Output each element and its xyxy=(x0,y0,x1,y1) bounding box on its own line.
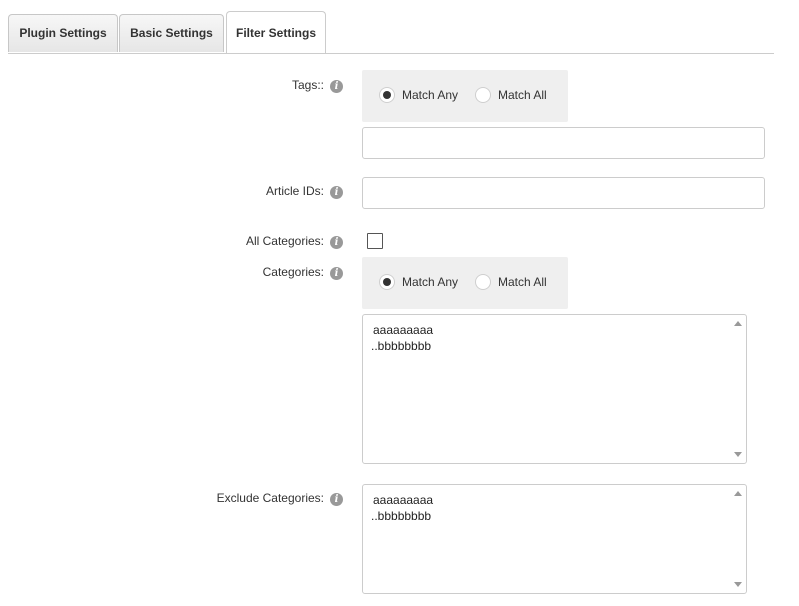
exclude-categories-info-icon[interactable]: i xyxy=(330,493,343,506)
categories-match-any-label: Match Any xyxy=(402,275,459,289)
all-categories-label: All Categories: xyxy=(245,234,324,248)
tags-input[interactable] xyxy=(362,127,765,159)
tab-basic-settings[interactable]: Basic Settings xyxy=(119,14,224,52)
categories-label: Categories: xyxy=(262,265,324,279)
list-item[interactable]: aaaaaaaaa xyxy=(373,493,433,507)
tags-info-icon[interactable]: i xyxy=(330,80,343,93)
radio-unchecked-icon xyxy=(475,87,491,103)
categories-match-any-radio[interactable]: Match Any xyxy=(379,274,469,292)
scroll-up-icon[interactable] xyxy=(734,321,742,326)
tab-plugin-settings[interactable]: Plugin Settings xyxy=(8,14,118,52)
tags-match-all-radio[interactable]: Match All xyxy=(475,87,555,105)
exclude-categories-select[interactable]: aaaaaaaaa ..bbbbbbbb xyxy=(362,484,747,594)
scroll-down-icon[interactable] xyxy=(734,452,742,457)
settings-tabs: Plugin Settings Basic Settings Filter Se… xyxy=(8,11,774,54)
list-item[interactable]: ..bbbbbbbb xyxy=(371,509,431,523)
categories-match-all-label: Match All xyxy=(498,275,547,289)
article-ids-input[interactable] xyxy=(362,177,765,209)
list-item[interactable]: aaaaaaaaa xyxy=(373,323,433,337)
scroll-up-icon[interactable] xyxy=(734,491,742,496)
tags-match-any-radio[interactable]: Match Any xyxy=(379,87,469,105)
radio-unchecked-icon xyxy=(475,274,491,290)
tags-match-any-label: Match Any xyxy=(402,88,459,102)
exclude-categories-label: Exclude Categories: xyxy=(216,491,324,505)
all-categories-checkbox[interactable] xyxy=(367,233,383,249)
scroll-down-icon[interactable] xyxy=(734,582,742,587)
categories-match-group: Match Any Match All xyxy=(362,257,568,309)
tab-filter-settings[interactable]: Filter Settings xyxy=(226,11,326,53)
article-ids-info-icon[interactable]: i xyxy=(330,186,343,199)
categories-info-icon[interactable]: i xyxy=(330,267,343,280)
tags-label: Tags:: xyxy=(291,78,324,92)
radio-checked-icon xyxy=(379,87,395,103)
tags-match-all-label: Match All xyxy=(498,88,547,102)
categories-select[interactable]: aaaaaaaaa ..bbbbbbbb xyxy=(362,314,747,464)
all-categories-info-icon[interactable]: i xyxy=(330,236,343,249)
list-item[interactable]: ..bbbbbbbb xyxy=(371,339,431,353)
tags-match-group: Match Any Match All xyxy=(362,70,568,122)
radio-checked-icon xyxy=(379,274,395,290)
article-ids-label: Article IDs: xyxy=(265,184,324,198)
categories-match-all-radio[interactable]: Match All xyxy=(475,274,555,292)
